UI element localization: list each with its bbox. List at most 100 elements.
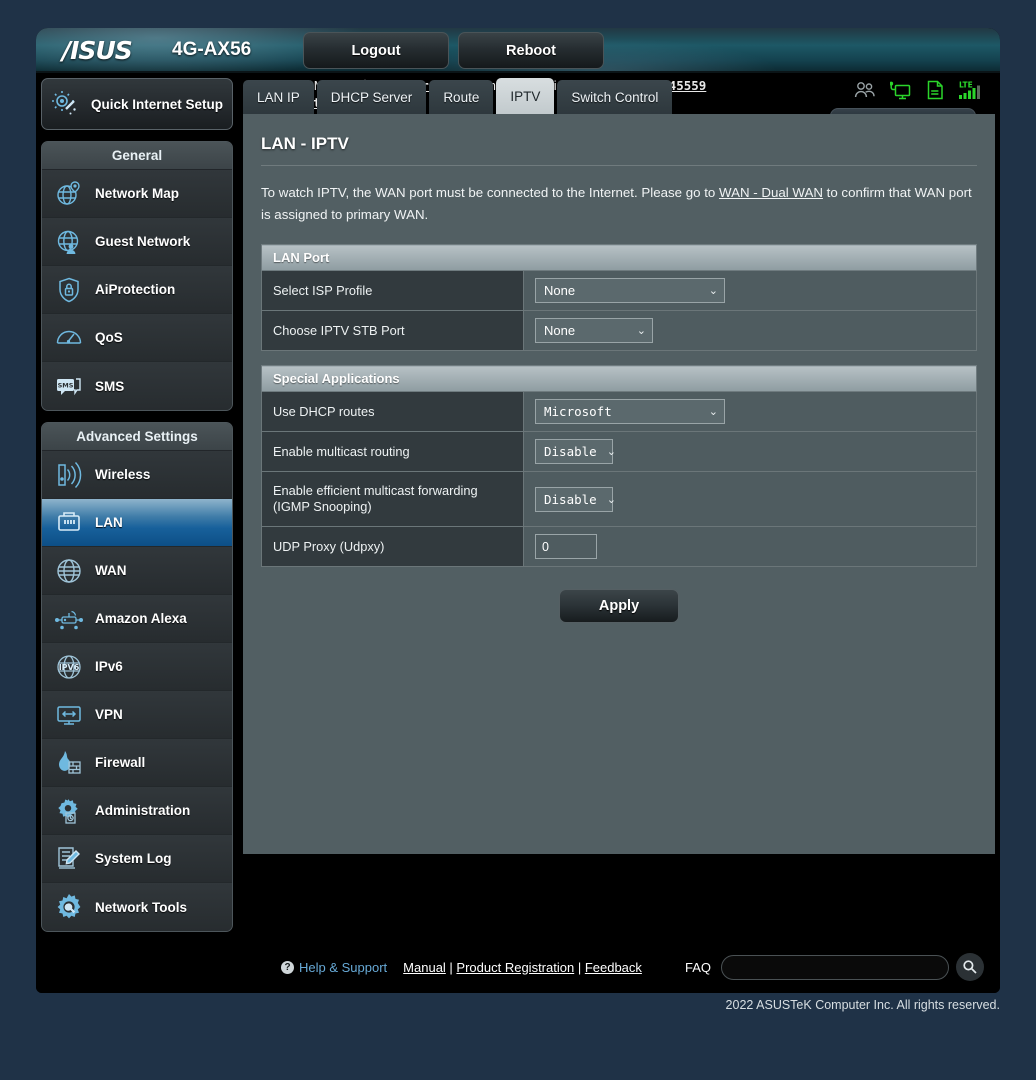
sidebar-group-general: General Network Map Guest Network AiProt… <box>41 141 233 411</box>
sidebar-item-system-log[interactable]: System Log <box>42 835 232 883</box>
network-map-icon <box>54 179 84 209</box>
sidebar-item-label: Firewall <box>95 755 146 770</box>
feedback-link[interactable]: Feedback <box>585 960 642 975</box>
network-tools-icon <box>54 892 84 922</box>
asus-logo: /ISUS <box>62 36 133 65</box>
igmp-snooping-value: Disable <box>544 491 597 507</box>
udp-proxy-input[interactable] <box>535 534 597 559</box>
sidebar-item-label: Administration <box>95 803 191 818</box>
chevron-down-icon: ⌄ <box>708 406 718 418</box>
row-value: None ⌄ <box>523 310 977 351</box>
sidebar-item-label: Wireless <box>95 467 151 482</box>
ipv6-icon: IPV6 <box>54 652 84 682</box>
iptv-stb-port-value: None <box>544 323 576 338</box>
sidebar-item-label: System Log <box>95 851 172 866</box>
sidebar-item-wan[interactable]: WAN <box>42 547 232 595</box>
multicast-routing-select[interactable]: Disable ⌄ <box>535 439 616 464</box>
lan-port-section: LAN Port Select ISP Profile None ⌄ Choos… <box>261 244 977 351</box>
lan-port-icon <box>54 508 84 538</box>
row-label: Use DHCP routes <box>261 391 524 432</box>
sidebar-item-wireless[interactable]: Wireless <box>42 451 232 499</box>
sidebar-item-label: Guest Network <box>95 234 191 249</box>
firewall-icon <box>54 748 84 778</box>
router-admin-window: /ISUS 4G-AX56 Logout Reboot English Oper… <box>36 28 1000 993</box>
sidebar-item-label: Network Tools <box>95 899 188 915</box>
settings-panel: LAN - IPTV To watch IPTV, the WAN port m… <box>243 114 995 854</box>
iptv-stb-port-select[interactable]: None ⌄ <box>535 318 653 343</box>
row-label: Enable multicast routing <box>261 431 524 472</box>
content-area: LAN IP DHCP Server Route IPTV Switch Con… <box>243 78 995 941</box>
table-row: UDP Proxy (Udpxy) <box>261 526 977 567</box>
row-value <box>523 526 977 567</box>
sidebar-item-label: WAN <box>95 563 127 578</box>
chevron-down-icon: ⌄ <box>636 325 646 337</box>
sidebar-item-firewall[interactable]: Firewall <box>42 739 232 787</box>
page-title: LAN - IPTV <box>261 134 349 153</box>
row-value: Disable ⌄ <box>523 471 977 527</box>
page-description: To watch IPTV, the WAN port must be conn… <box>261 182 977 226</box>
vpn-icon <box>54 700 84 730</box>
sidebar-item-lan[interactable]: LAN <box>42 499 232 547</box>
router-model-name: 4G-AX56 <box>172 39 252 60</box>
sidebar-item-administration[interactable]: Administration <box>42 787 232 835</box>
sidebar-item-sms[interactable]: SMS SMS <box>42 362 232 410</box>
chevron-down-icon: ⌄ <box>606 446 616 458</box>
quick-internet-setup-button[interactable]: Quick Internet Setup <box>41 78 233 130</box>
footer-links: Manual | Product Registration | Feedback <box>403 960 642 975</box>
table-row: Choose IPTV STB Port None ⌄ <box>261 310 977 351</box>
row-label: UDP Proxy (Udpxy) <box>261 526 524 567</box>
sidebar-item-ipv6[interactable]: IPV6 IPv6 <box>42 643 232 691</box>
section-heading: LAN Port <box>261 244 977 271</box>
table-row: Enable multicast routing Disable ⌄ <box>261 431 977 472</box>
guest-network-icon <box>54 227 84 257</box>
sidebar-item-guest-network[interactable]: Guest Network <box>42 218 232 266</box>
sidebar-item-network-tools[interactable]: Network Tools <box>42 883 232 931</box>
igmp-snooping-select[interactable]: Disable ⌄ <box>535 486 616 512</box>
sidebar-item-label: IPv6 <box>95 659 123 674</box>
gauge-icon <box>54 323 84 353</box>
tab-switch-control[interactable]: Switch Control <box>557 80 673 114</box>
sidebar-item-qos[interactable]: QoS <box>42 314 232 362</box>
isp-profile-select[interactable]: None ⌄ <box>535 278 725 303</box>
tab-lan-ip[interactable]: LAN IP <box>243 80 314 114</box>
apply-button[interactable]: Apply <box>559 589 679 623</box>
sidebar-group-advanced: Advanced Settings Wireless LAN WAN Amazo… <box>41 422 233 932</box>
sidebar-item-amazon-alexa[interactable]: Amazon Alexa <box>42 595 232 643</box>
help-support-label: Help & Support <box>299 959 388 975</box>
sidebar-group-general-title: General <box>42 142 232 170</box>
wan-dual-wan-link[interactable]: WAN - Dual WAN <box>719 185 823 200</box>
sidebar-item-network-map[interactable]: Network Map <box>42 170 232 218</box>
separator-1: | <box>445 959 457 975</box>
separator-2: | <box>574 959 585 975</box>
quick-setup-wand-icon <box>51 89 81 119</box>
search-icon[interactable] <box>956 953 984 981</box>
tab-iptv[interactable]: IPTV <box>496 78 555 114</box>
title-divider <box>261 165 977 166</box>
description-text-1: To watch IPTV, the WAN port must be conn… <box>261 185 720 200</box>
sidebar-item-aiprotection[interactable]: AiProtection <box>42 266 232 314</box>
administration-icon <box>54 796 84 826</box>
reboot-button[interactable]: Reboot <box>458 32 604 69</box>
sms-icon: SMS <box>54 371 84 401</box>
row-label: Enable efficient multicast forwarding (I… <box>261 471 524 527</box>
dhcp-routes-select[interactable]: Microsoft ⌄ <box>535 399 725 424</box>
row-label: Choose IPTV STB Port <box>261 310 524 351</box>
sidebar-item-label: AiProtection <box>95 282 176 297</box>
manual-link[interactable]: Manual <box>403 960 446 975</box>
svg-text:SMS: SMS <box>58 382 74 390</box>
tab-dhcp-server[interactable]: DHCP Server <box>316 80 427 114</box>
faq-search-input[interactable] <box>721 954 949 980</box>
globe-icon <box>54 556 84 586</box>
sidebar-item-vpn[interactable]: VPN <box>42 691 232 739</box>
quick-internet-setup-label: Quick Internet Setup <box>91 96 224 112</box>
logout-button[interactable]: Logout <box>303 32 449 69</box>
help-question-icon: ? <box>281 960 294 974</box>
multicast-routing-value: Disable <box>544 444 597 459</box>
faq-label: FAQ <box>684 959 711 975</box>
sidebar-group-advanced-title: Advanced Settings <box>42 423 232 451</box>
tab-route[interactable]: Route <box>429 80 494 114</box>
chevron-down-icon: ⌄ <box>606 493 616 506</box>
row-value: Microsoft ⌄ <box>523 391 977 432</box>
product-registration-link[interactable]: Product Registration <box>456 960 574 975</box>
sidebar-item-label: VPN <box>95 707 123 722</box>
